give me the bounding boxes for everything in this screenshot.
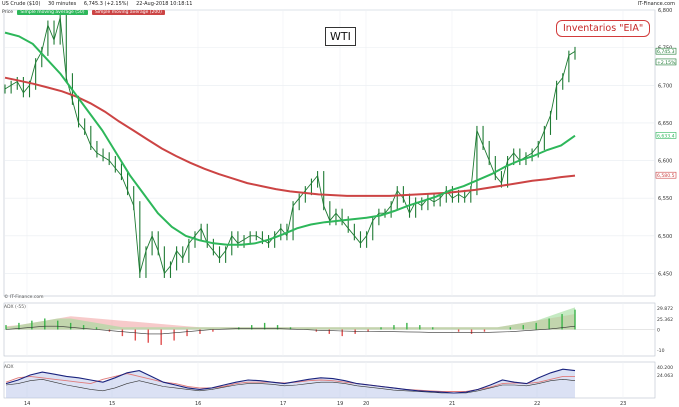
adx-lower-value-label: 40.200: [657, 365, 673, 371]
y-tick-label: 6,550: [658, 196, 672, 202]
price-label: +2.15%: [657, 60, 676, 66]
adx-lower-title: ADX: [4, 365, 14, 370]
eia-annotation: Inventarios "EIA": [556, 20, 651, 37]
instrument-label: US Crude ($10): [2, 1, 41, 7]
adx-value-label: 25.362: [657, 317, 673, 323]
price-label: 6,633.4: [657, 133, 675, 139]
adx-lower-value-label: 24.063: [657, 373, 673, 379]
adx-value-label: -10: [657, 348, 665, 354]
price-panel-title: Price: [2, 10, 13, 15]
adx-value-label: 0: [657, 328, 660, 334]
x-tick-label: 20: [363, 401, 369, 407]
price-legend: Price Simple moving average (50) Simple …: [2, 10, 165, 15]
legend-ma-long: Simple moving average (200): [91, 10, 165, 15]
y-tick-label: 6,450: [658, 271, 672, 277]
chart-frame: 6,4506,5006,5506,6006,6506,7006,7506,800…: [0, 0, 679, 407]
timestamp-label: 22-Aug-2018 10:18:11: [136, 1, 193, 7]
y-tick-label: 6,650: [658, 121, 672, 127]
interval-label: 30 minutes: [48, 1, 77, 7]
x-tick-label: 21: [449, 401, 455, 407]
legend-ma-short: Simple moving average (50): [17, 10, 88, 15]
x-tick-label: 17: [280, 401, 286, 407]
adx-value-label: 29.872: [657, 306, 673, 312]
y-tick-label: 6,500: [658, 234, 672, 240]
x-tick-label: 19: [337, 401, 343, 407]
chart-header: US Crude ($10) 30 minutes 6,745.3 (+2.15…: [2, 1, 198, 7]
panel-frame-1: [3, 9, 656, 297]
x-tick-label: 16: [195, 401, 201, 407]
last-price-label: 6,745.3 (+2.15%): [83, 1, 129, 7]
y-tick-label: 6,700: [658, 83, 672, 89]
y-tick-label: 6,600: [658, 159, 672, 165]
price-label: 6,580.5: [657, 173, 675, 179]
adx-panel-title: ADX (-55): [4, 305, 26, 310]
source-label: IT-Finance.com: [637, 1, 675, 7]
x-tick-label: 14: [24, 401, 30, 407]
x-tick-label: 23: [620, 401, 626, 407]
y-tick-label: 6,800: [658, 8, 672, 14]
wti-annotation: WTI: [325, 27, 356, 46]
x-tick-label: 22: [534, 401, 540, 407]
watermark: © IT-Finance.com: [4, 295, 44, 300]
x-tick-label: 15: [109, 401, 115, 407]
chart-canvas: 6,4506,5006,5506,6006,6506,7006,7506,800…: [3, 8, 677, 407]
price-label: 6,745.3: [657, 49, 675, 55]
